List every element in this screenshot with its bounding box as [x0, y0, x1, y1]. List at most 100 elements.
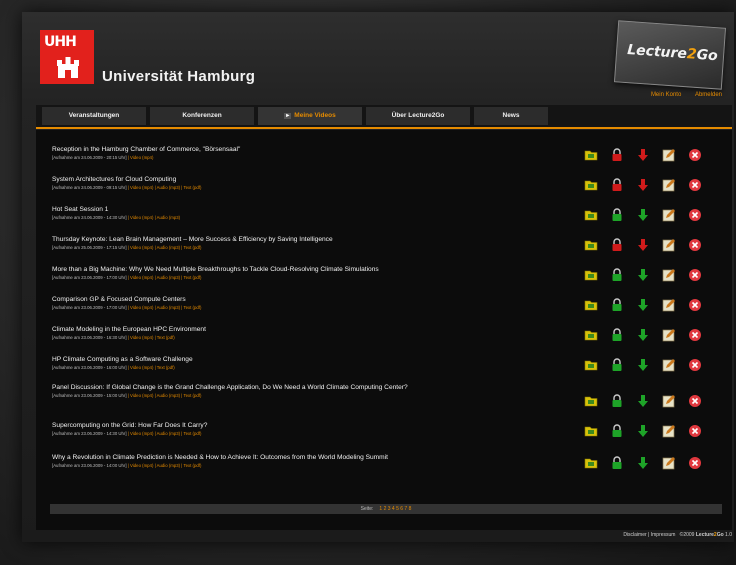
video-title[interactable]: HP Climate Computing as a Software Chall… — [52, 356, 592, 364]
edit-icon[interactable] — [662, 298, 676, 312]
video-title[interactable]: More than a Big Machine: Why We Need Mul… — [52, 266, 592, 274]
lock-open-icon[interactable] — [610, 358, 624, 372]
download-arrow-icon[interactable] — [636, 456, 650, 470]
video-item: Climate Modeling in the European HPC Env… — [52, 326, 592, 342]
tab-meine-videos[interactable]: ▸ Meine Videos — [258, 107, 362, 125]
lock-open-icon[interactable] — [610, 456, 624, 470]
download-arrow-icon[interactable] — [636, 358, 650, 372]
video-download-links[interactable]: | Video (mp4) — [128, 155, 154, 160]
top-links: Mein Konto Abmelden — [639, 92, 722, 98]
video-title[interactable]: Climate Modeling in the European HPC Env… — [52, 326, 592, 334]
video-meta: [Aufnahme am 23.06.2009 - 15:00 Uhr] | V… — [52, 393, 202, 398]
lock-open-icon[interactable] — [610, 298, 624, 312]
edit-icon[interactable] — [662, 358, 676, 372]
video-title[interactable]: Comparison GP & Focused Compute Centers — [52, 296, 592, 304]
lock-open-icon[interactable] — [610, 424, 624, 438]
delete-icon[interactable] — [688, 358, 702, 372]
folder-icon[interactable] — [584, 298, 598, 312]
tab-news[interactable]: News — [474, 107, 548, 125]
video-meta: [Aufnahme am 24.06.2009 - 20:15 Uhr] | V… — [52, 155, 154, 160]
delete-icon[interactable] — [688, 148, 702, 162]
edit-icon[interactable] — [662, 148, 676, 162]
video-download-links[interactable]: | Video (mp4) | Audio (mp3) | Text (pdf) — [128, 245, 202, 250]
delete-icon[interactable] — [688, 298, 702, 312]
edit-icon[interactable] — [662, 208, 676, 222]
video-download-links[interactable]: | Video (mp4) | Audio (mp3) | Text (pdf) — [128, 463, 202, 468]
video-title[interactable]: Supercomputing on the Grid: How Far Does… — [52, 422, 592, 430]
download-arrow-icon[interactable] — [636, 238, 650, 252]
lock-closed-icon[interactable] — [610, 178, 624, 192]
video-download-links[interactable]: | Video (mp4) | Audio (mp3) | Text (pdf) — [128, 275, 202, 280]
download-arrow-icon[interactable] — [636, 268, 650, 282]
video-title[interactable]: Hot Seat Session 1 — [52, 206, 592, 214]
delete-icon[interactable] — [688, 268, 702, 282]
lecture2go-logo[interactable]: Lecture2Go — [613, 20, 727, 90]
my-account-link[interactable]: Mein Konto — [651, 92, 681, 98]
impressum-link[interactable]: Impressum — [651, 532, 676, 538]
folder-icon[interactable] — [584, 394, 598, 408]
video-list: Reception in the Hamburg Chamber of Comm… — [36, 130, 732, 530]
lock-closed-icon[interactable] — [610, 238, 624, 252]
edit-icon[interactable] — [662, 268, 676, 282]
lock-open-icon[interactable] — [610, 328, 624, 342]
lock-open-icon[interactable] — [610, 208, 624, 222]
edit-icon[interactable] — [662, 424, 676, 438]
video-download-links[interactable]: | Video (mp4) | Text (pdf) — [128, 335, 175, 340]
edit-icon[interactable] — [662, 328, 676, 342]
download-arrow-icon[interactable] — [636, 328, 650, 342]
video-download-links[interactable]: | Video (mp4) | Audio (mp3) | Text (pdf) — [128, 185, 202, 190]
folder-icon[interactable] — [584, 328, 598, 342]
video-title[interactable]: Panel Discussion: If Global Change is th… — [52, 384, 592, 392]
download-arrow-icon[interactable] — [636, 208, 650, 222]
folder-icon[interactable] — [584, 268, 598, 282]
video-title[interactable]: Thursday Keynote: Lean Brain Management … — [52, 236, 592, 244]
lock-open-icon[interactable] — [610, 268, 624, 282]
folder-icon[interactable] — [584, 456, 598, 470]
tab-veranstaltungen[interactable]: Veranstaltungen — [42, 107, 146, 125]
logout-link[interactable]: Abmelden — [695, 92, 722, 98]
download-arrow-icon[interactable] — [636, 148, 650, 162]
video-item: More than a Big Machine: Why We Need Mul… — [52, 266, 592, 282]
edit-icon[interactable] — [662, 238, 676, 252]
delete-icon[interactable] — [688, 238, 702, 252]
video-actions — [584, 456, 714, 472]
video-title[interactable]: System Architectures for Cloud Computing — [52, 176, 592, 184]
video-download-links[interactable]: | Video (mp4) | Text (pdf) — [128, 365, 175, 370]
video-title[interactable]: Why a Revolution in Climate Prediction i… — [52, 454, 592, 462]
uhh-logo[interactable]: UHH — [40, 30, 94, 84]
video-download-links[interactable]: | Video (mp4) | Audio (mp3) | Text (pdf) — [128, 305, 202, 310]
video-download-links[interactable]: | Video (mp4) | Audio (mp3) | Text (pdf) — [128, 393, 202, 398]
delete-icon[interactable] — [688, 394, 702, 408]
download-arrow-icon[interactable] — [636, 298, 650, 312]
tab-ueber-lecture2go[interactable]: Über Lecture2Go — [366, 107, 470, 125]
video-title[interactable]: Reception in the Hamburg Chamber of Comm… — [52, 146, 592, 154]
triangle-right-icon: ▸ — [284, 113, 292, 119]
folder-icon[interactable] — [584, 208, 598, 222]
edit-icon[interactable] — [662, 178, 676, 192]
tab-konferenzen[interactable]: Konferenzen — [150, 107, 254, 125]
video-download-links[interactable]: | Video (mp4) | Audio (mp3) | Text (pdf) — [128, 431, 202, 436]
download-arrow-icon[interactable] — [636, 394, 650, 408]
lock-closed-icon[interactable] — [610, 148, 624, 162]
video-item: Hot Seat Session 1 [Aufnahme am 24.06.20… — [52, 206, 592, 222]
folder-icon[interactable] — [584, 178, 598, 192]
folder-icon[interactable] — [584, 424, 598, 438]
delete-icon[interactable] — [688, 424, 702, 438]
disclaimer-link[interactable]: Disclaimer — [623, 532, 646, 538]
video-actions — [584, 394, 714, 410]
edit-icon[interactable] — [662, 394, 676, 408]
download-arrow-icon[interactable] — [636, 178, 650, 192]
download-arrow-icon[interactable] — [636, 424, 650, 438]
edit-icon[interactable] — [662, 456, 676, 470]
folder-icon[interactable] — [584, 358, 598, 372]
delete-icon[interactable] — [688, 208, 702, 222]
video-download-links[interactable]: | Video (mp4) | Audio (mp3) — [128, 215, 180, 220]
delete-icon[interactable] — [688, 328, 702, 342]
lock-open-icon[interactable] — [610, 394, 624, 408]
video-meta: [Aufnahme am 24.06.2009 - 09:15 Uhr] | V… — [52, 185, 202, 190]
delete-icon[interactable] — [688, 178, 702, 192]
folder-icon[interactable] — [584, 148, 598, 162]
delete-icon[interactable] — [688, 456, 702, 470]
pagination-pages[interactable]: 1 2 3 4 5 6 7 8 — [379, 506, 411, 512]
folder-icon[interactable] — [584, 238, 598, 252]
